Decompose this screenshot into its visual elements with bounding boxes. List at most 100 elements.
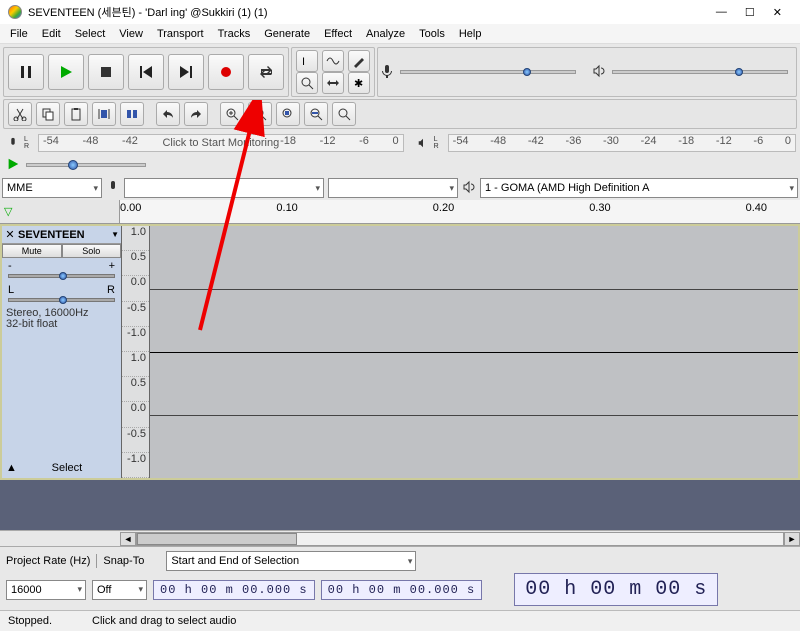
zoom-out-button[interactable] (248, 102, 272, 126)
collapse-button[interactable]: ▲ (6, 462, 17, 474)
recording-channels-combo[interactable] (328, 178, 458, 198)
play-at-speed-button[interactable] (6, 157, 20, 174)
minimize-button[interactable]: — (716, 6, 727, 19)
mic-icon (4, 137, 22, 149)
track-area: ✕ SEVENTEEN ▼ Mute Solo -+ LR Stereo, 16… (0, 224, 800, 480)
scroll-thumb[interactable] (137, 533, 297, 545)
device-toolbar: MME 1 - GOMA (AMD High Definition A (0, 176, 800, 200)
menu-analyze[interactable]: Analyze (360, 26, 411, 42)
status-bar: Stopped. Click and drag to select audio (0, 610, 800, 630)
menu-tracks[interactable]: Tracks (212, 26, 257, 42)
status-state: Stopped. (8, 615, 52, 627)
waveform-display[interactable] (150, 226, 798, 478)
record-level-group (377, 47, 797, 97)
playback-meter[interactable]: -54-48-42-36-30-24-18-12-60 (448, 134, 796, 152)
speaker-icon (592, 64, 606, 81)
app-icon (8, 5, 22, 19)
snap-to-combo[interactable]: Off (92, 580, 147, 600)
track-control-panel: ✕ SEVENTEEN ▼ Mute Solo -+ LR Stereo, 16… (2, 226, 122, 478)
zoom-in-button[interactable] (220, 102, 244, 126)
zoom-toggle-button[interactable] (332, 102, 356, 126)
solo-button[interactable]: Solo (62, 244, 122, 258)
recording-meter-row: LR -54-48-42-36-30-24-18-12-60 Click to … (0, 132, 800, 154)
timeline-ruler[interactable]: ▽ 0.00 0.10 0.20 0.30 0.40 (0, 200, 800, 224)
mute-button[interactable]: Mute (2, 244, 62, 258)
track-name[interactable]: SEVENTEEN (16, 229, 111, 241)
redo-button[interactable] (184, 102, 208, 126)
transport-toolbar (3, 47, 289, 97)
status-hint: Click and drag to select audio (92, 615, 236, 627)
menu-bar: File Edit Select View Transport Tracks G… (0, 24, 800, 44)
envelope-tool[interactable] (322, 50, 344, 72)
speaker-icon (414, 137, 432, 149)
menu-edit[interactable]: Edit (36, 26, 67, 42)
fit-selection-button[interactable] (276, 102, 300, 126)
toolbar-area: I ✱ (0, 44, 800, 132)
audio-host-combo[interactable]: MME (2, 178, 102, 198)
lr-label: LR (24, 136, 36, 150)
pause-button[interactable] (8, 54, 44, 90)
selection-tool[interactable]: I (296, 50, 318, 72)
audio-position-time[interactable]: 00 h 00 m 00 s (514, 573, 718, 606)
lr-label: LR (434, 136, 446, 150)
playback-device-combo[interactable]: 1 - GOMA (AMD High Definition A (480, 178, 798, 198)
menu-transport[interactable]: Transport (151, 26, 210, 42)
zoom-tool[interactable] (296, 72, 318, 94)
undo-button[interactable] (156, 102, 180, 126)
svg-text:I: I (302, 56, 305, 68)
pan-slider[interactable]: LR (2, 282, 121, 306)
pin-icon[interactable]: ▽ (4, 205, 12, 218)
silence-button[interactable] (120, 102, 144, 126)
track-select-button[interactable]: Select (17, 462, 117, 474)
scroll-left-button[interactable]: ◄ (120, 532, 136, 546)
menu-tools[interactable]: Tools (413, 26, 451, 42)
playback-volume-slider[interactable] (612, 70, 788, 74)
mic-icon (106, 180, 120, 197)
playback-speed-slider[interactable] (26, 163, 146, 167)
recording-meter[interactable]: -54-48-42-36-30-24-18-12-60 Click to Sta… (38, 134, 404, 152)
fit-project-button[interactable] (304, 102, 328, 126)
record-volume-slider[interactable] (400, 70, 576, 74)
selection-end-time[interactable]: 00 h 00 m 00.000 s (321, 580, 483, 600)
recording-device-combo[interactable] (124, 178, 324, 198)
multi-tool[interactable]: ✱ (348, 72, 370, 94)
menu-view[interactable]: View (113, 26, 149, 42)
selection-toolbar: Project Rate (Hz) Snap-To Start and End … (0, 546, 800, 610)
selection-format-combo[interactable]: Start and End of Selection (166, 551, 416, 571)
cut-button[interactable] (8, 102, 32, 126)
close-button[interactable]: ✕ (773, 6, 782, 19)
play-at-speed-row (0, 154, 800, 176)
rate-label: Project Rate (Hz) (6, 555, 90, 567)
mic-icon (380, 64, 394, 81)
stop-button[interactable] (88, 54, 124, 90)
menu-select[interactable]: Select (69, 26, 112, 42)
maximize-button[interactable]: ☐ (745, 6, 755, 19)
monitoring-hint: Click to Start Monitoring (39, 135, 403, 151)
menu-help[interactable]: Help (453, 26, 488, 42)
gain-slider[interactable]: -+ (2, 258, 121, 282)
menu-effect[interactable]: Effect (318, 26, 358, 42)
play-button[interactable] (48, 54, 84, 90)
selection-start-time[interactable]: 00 h 00 m 00.000 s (153, 580, 315, 600)
skip-start-button[interactable] (128, 54, 164, 90)
title-bar: SEVENTEEN (세븐틴) - 'Darl ing' @Sukkiri (1… (0, 0, 800, 24)
record-button[interactable] (208, 54, 244, 90)
menu-file[interactable]: File (4, 26, 34, 42)
project-rate-combo[interactable]: 16000 (6, 580, 86, 600)
track-close-button[interactable]: ✕ (4, 228, 16, 241)
scroll-right-button[interactable]: ► (784, 532, 800, 546)
trim-button[interactable] (92, 102, 116, 126)
empty-track-area[interactable] (0, 480, 800, 530)
track-menu-button[interactable]: ▼ (111, 230, 119, 239)
loop-button[interactable] (248, 54, 284, 90)
draw-tool[interactable] (348, 50, 370, 72)
skip-end-button[interactable] (168, 54, 204, 90)
timeshift-tool[interactable] (322, 72, 344, 94)
edit-toolbar (3, 99, 797, 129)
menu-generate[interactable]: Generate (258, 26, 316, 42)
paste-button[interactable] (64, 102, 88, 126)
copy-button[interactable] (36, 102, 60, 126)
horizontal-scrollbar[interactable]: ◄ ► (0, 530, 800, 546)
vertical-scale[interactable]: 1.00.50.0-0.5-1.01.00.50.0-0.5-1.0 (122, 226, 150, 478)
snap-label: Snap-To (103, 555, 144, 567)
